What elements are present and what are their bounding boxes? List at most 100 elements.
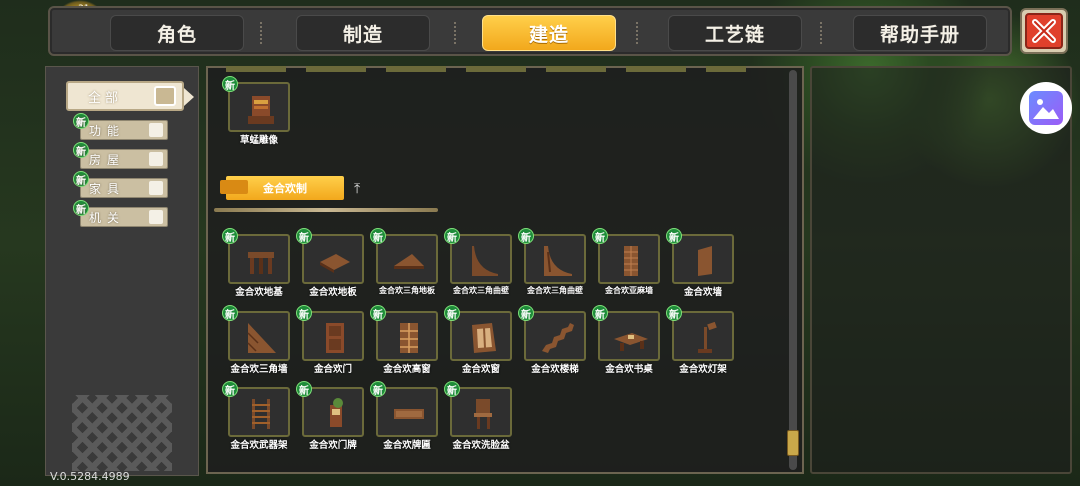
- build-item[interactable]: 新 金合欢门牌: [296, 381, 366, 451]
- scrollbar-track[interactable]: [789, 70, 797, 470]
- item-slot: [450, 387, 512, 437]
- version-label: V.0.5284.4989: [50, 470, 130, 483]
- build-item[interactable]: 新 金合欢洗脸盆: [444, 381, 514, 451]
- build-item[interactable]: 新 金合欢三角曲壁: [518, 228, 588, 295]
- build-item[interactable]: 新 金合欢三角墙: [222, 305, 292, 375]
- item-slot: [598, 234, 660, 284]
- plaque-icon: [394, 409, 424, 419]
- item-name: 金合欢高窗: [383, 364, 431, 375]
- statue-icon: [248, 96, 274, 124]
- tab-help-manual[interactable]: 帮助手册: [853, 15, 987, 51]
- group-tag-icon: [220, 180, 248, 194]
- build-item[interactable]: 新 金合欢亚麻墙: [592, 228, 662, 295]
- build-item[interactable]: 新 金合欢窗: [444, 305, 514, 375]
- triangle-floor-icon: [394, 254, 424, 269]
- item-slot: [672, 234, 734, 284]
- item-name: 金合欢灯架: [679, 364, 727, 375]
- build-item[interactable]: 新 金合欢地板: [296, 228, 366, 298]
- item-slot: [376, 387, 438, 437]
- stairs-icon: [542, 323, 574, 353]
- tab-separator: [636, 22, 642, 44]
- tab-character[interactable]: 角色: [110, 15, 244, 51]
- tab-separator: [454, 22, 460, 44]
- desk-icon: [614, 333, 648, 351]
- new-badge: 新: [222, 305, 238, 321]
- gear-icon: [149, 210, 163, 224]
- item-slot: [302, 311, 364, 361]
- new-badge: 新: [222, 228, 238, 244]
- item-slot: [376, 234, 438, 284]
- new-badge: 新: [222, 76, 238, 92]
- tab-separator: [820, 22, 826, 44]
- item-name: 金合欢楼梯: [531, 364, 579, 375]
- new-badge: 新: [73, 171, 89, 187]
- tall-window-icon: [400, 323, 418, 353]
- item-slot: [228, 311, 290, 361]
- house-icon: [149, 152, 163, 166]
- build-item[interactable]: 新 金合欢书桌: [592, 305, 662, 375]
- new-badge: 新: [370, 228, 386, 244]
- build-item[interactable]: 新 金合欢牌匾: [370, 381, 440, 451]
- item-slot: [228, 82, 290, 132]
- linen-wall-icon: [624, 246, 638, 276]
- category-all[interactable]: 全部: [66, 81, 194, 111]
- group-acacia-header[interactable]: 金合欢制: [220, 176, 344, 200]
- tab-craft-chain[interactable]: 工艺链: [668, 15, 802, 51]
- category-house[interactable]: 新 房屋: [73, 142, 168, 169]
- new-badge: 新: [592, 305, 608, 321]
- new-badge: 新: [73, 113, 89, 129]
- group-divider: [214, 208, 438, 212]
- item-name: 草蜢雕像: [239, 135, 278, 146]
- item-slot: [228, 387, 290, 437]
- new-badge: 新: [73, 142, 89, 158]
- item-slot: [228, 234, 290, 284]
- item-name: 金合欢三角地板: [379, 286, 435, 295]
- build-item[interactable]: 新 金合欢地基: [222, 228, 292, 298]
- tab-crafting[interactable]: 制造: [296, 15, 430, 51]
- build-item[interactable]: 新 金合欢门: [296, 305, 366, 375]
- build-item[interactable]: 新 金合欢三角地板: [370, 228, 440, 295]
- item-slot: [376, 311, 438, 361]
- category-function[interactable]: 新 功能: [73, 113, 168, 140]
- item-name: 金合欢武器架: [230, 440, 288, 451]
- sidebar-decoration: [72, 395, 172, 471]
- screenshot-button[interactable]: [1020, 82, 1072, 134]
- floor-icon: [320, 254, 350, 273]
- category-label: 机关: [89, 210, 126, 225]
- selected-arrow-icon: [184, 88, 194, 106]
- build-item[interactable]: 新 金合欢楼梯: [518, 305, 588, 375]
- partial-row-above: [226, 66, 746, 72]
- item-name: 金合欢三角曲壁: [453, 286, 509, 295]
- door-sign-icon: [330, 398, 343, 427]
- build-item[interactable]: 新 金合欢墙: [666, 228, 736, 298]
- new-badge: 新: [296, 305, 312, 321]
- function-icon: [149, 123, 163, 137]
- scrollbar-thumb[interactable]: [787, 430, 799, 456]
- build-item[interactable]: 新 金合欢武器架: [222, 381, 292, 451]
- build-item[interactable]: 新 金合欢灯架: [666, 305, 736, 375]
- category-sidebar: 全部 新 功能 新 房屋 新 家具 新 机关: [45, 66, 199, 476]
- close-icon: [1025, 13, 1063, 49]
- item-slot: [672, 311, 734, 361]
- item-slot: [302, 234, 364, 284]
- item-slot: [598, 311, 660, 361]
- category-furniture[interactable]: 新 家具: [73, 171, 168, 198]
- tab-separator: [260, 22, 266, 44]
- new-badge: 新: [518, 228, 534, 244]
- build-item-grasshopper-statue[interactable]: 新 草蜢雕像: [222, 76, 292, 146]
- item-name: 金合欢门牌: [309, 440, 357, 451]
- foundation-icon: [248, 252, 274, 274]
- build-item[interactable]: 新 金合欢高窗: [370, 305, 440, 375]
- new-badge: 新: [518, 305, 534, 321]
- furniture-icon: [149, 181, 163, 195]
- weapon-rack-icon: [252, 399, 270, 429]
- new-badge: 新: [666, 305, 682, 321]
- close-button[interactable]: [1020, 8, 1068, 54]
- new-badge: 新: [444, 381, 460, 397]
- door-icon: [326, 323, 344, 353]
- tab-building[interactable]: 建造: [482, 15, 616, 51]
- category-mechanism[interactable]: 新 机关: [73, 200, 168, 227]
- collapse-icon[interactable]: ⤒: [354, 182, 370, 196]
- build-item[interactable]: 新 金合欢三角曲壁: [444, 228, 514, 295]
- new-badge: 新: [222, 381, 238, 397]
